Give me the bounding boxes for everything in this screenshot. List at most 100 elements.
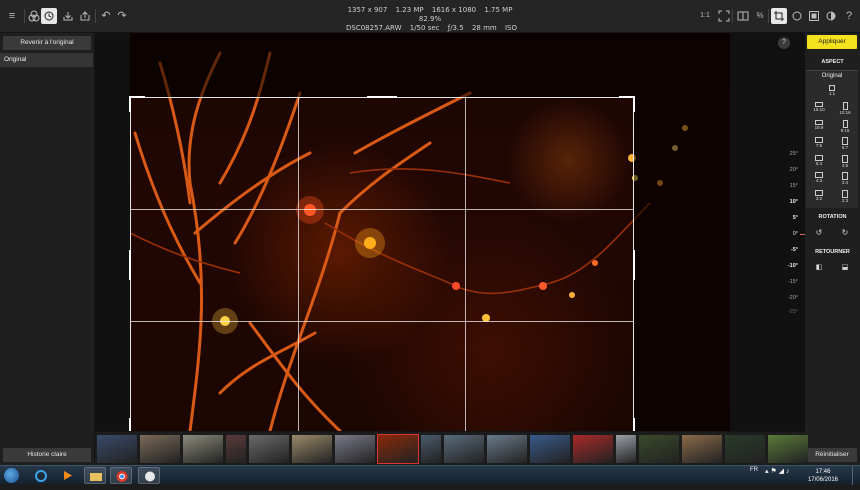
filmstrip-thumbnail[interactable] bbox=[183, 435, 223, 463]
image-canvas[interactable] bbox=[95, 33, 805, 434]
rotate-left-icon[interactable]: ↺ bbox=[809, 227, 829, 239]
filmstrip-thumbnail[interactable] bbox=[226, 435, 246, 463]
filmstrip-thumbnail[interactable] bbox=[639, 435, 679, 463]
flip-horizontal-icon[interactable]: ◧ bbox=[809, 262, 829, 274]
aspect-ratio-icon bbox=[842, 189, 848, 198]
toolbar-divider bbox=[732, 9, 733, 23]
compare-icon[interactable] bbox=[735, 8, 751, 24]
filmstrip-thumbnail[interactable] bbox=[335, 435, 375, 463]
aspect-ratio-option[interactable]: 4:5 bbox=[833, 154, 857, 170]
history-icon[interactable] bbox=[41, 8, 57, 24]
aspect-ratio-label: 9:16 bbox=[840, 127, 850, 133]
chrome-taskbar-icon[interactable] bbox=[110, 467, 132, 484]
aspect-ratio-option[interactable]: 2:3 bbox=[833, 189, 857, 205]
history-item-original[interactable]: Original bbox=[0, 53, 93, 67]
rotate-right-icon[interactable]: ↻ bbox=[835, 227, 855, 239]
share-icon[interactable] bbox=[77, 8, 93, 24]
aspect-ratio-label: 4:3 bbox=[815, 178, 823, 183]
help-icon[interactable]: ? bbox=[841, 8, 857, 24]
system-tray-icons[interactable]: ▴ ⚑ ◢ ♪ bbox=[765, 467, 790, 475]
aspect-ratio-option[interactable]: 3:2 bbox=[807, 189, 831, 205]
aspect-ratio-label: 16:10 bbox=[813, 107, 825, 112]
aspect-ratio-option[interactable]: 10:16 bbox=[833, 101, 857, 117]
filmstrip-thumbnail[interactable] bbox=[487, 435, 527, 463]
crop-handle-top-right[interactable] bbox=[619, 96, 635, 112]
rotation-heading: ROTATION bbox=[818, 214, 847, 220]
crop-handle-top[interactable] bbox=[367, 96, 397, 98]
filmstrip-thumbnail[interactable] bbox=[140, 435, 180, 463]
grid-line bbox=[298, 98, 299, 432]
photo-app-taskbar-icon[interactable] bbox=[138, 467, 160, 484]
aspect-ratio-option[interactable]: 5:7 bbox=[833, 136, 857, 152]
crop-frame[interactable] bbox=[129, 96, 635, 434]
toolbar-divider bbox=[24, 9, 25, 23]
clear-history-button[interactable]: Historie claire bbox=[3, 448, 91, 462]
filmstrip-thumbnail[interactable] bbox=[97, 435, 137, 463]
aspect-ratio-option[interactable]: 16:9 bbox=[807, 119, 831, 135]
aspect-ratio-icon bbox=[842, 119, 848, 128]
rotation-scale[interactable]: 25° 20° 15° 10° 5° 0° -5° -10° -15° -20°… bbox=[766, 147, 806, 317]
filmstrip-thumbnail[interactable] bbox=[249, 435, 289, 463]
zoom-1-1-button[interactable]: 1:1 bbox=[698, 8, 712, 24]
aspect-ratio-box: Original 1:1 16:10 10:16 16:9 9:16 7:5 5:7 5:4 4… bbox=[806, 70, 858, 208]
crop-handle-top-left[interactable] bbox=[129, 96, 145, 112]
media-player-taskbar-icon[interactable] bbox=[56, 467, 78, 484]
aspect-ratio-label: 7:5 bbox=[815, 143, 823, 148]
crop-panel: ? Appliquer ASPECT Original 1:1 16:10 10:1… bbox=[778, 33, 860, 465]
redo-icon[interactable]: ↷ bbox=[114, 8, 130, 24]
vignette-icon[interactable] bbox=[789, 8, 805, 24]
system-clock[interactable]: 17:46 17/06/2016 bbox=[808, 468, 838, 484]
filmstrip-thumbnail[interactable] bbox=[725, 435, 765, 463]
revert-to-original-button[interactable]: Revenir à l'original bbox=[3, 36, 91, 50]
ie-taskbar-icon[interactable] bbox=[30, 467, 52, 484]
export-icon[interactable] bbox=[60, 8, 76, 24]
panel-help-button[interactable]: ? bbox=[778, 37, 790, 49]
crop-handle-right[interactable] bbox=[633, 250, 635, 280]
filmstrip-thumbnail[interactable] bbox=[682, 435, 722, 463]
watermark-icon[interactable] bbox=[823, 8, 839, 24]
crop-icon[interactable] bbox=[771, 8, 787, 24]
aspect-ratio-option[interactable]: 1:1 bbox=[820, 84, 844, 100]
original-dimensions: 1616 x 1080 bbox=[431, 6, 477, 14]
original-megapixels: 1.75 MP bbox=[484, 6, 513, 14]
apply-button[interactable]: Appliquer bbox=[807, 35, 857, 49]
filmstrip-thumbnail[interactable] bbox=[444, 435, 484, 463]
show-desktop-button[interactable] bbox=[852, 466, 860, 485]
filmstrip-thumbnail[interactable] bbox=[530, 435, 570, 463]
aspect-original-button[interactable]: Original bbox=[806, 73, 858, 79]
aspect-ratio-label: 2:3 bbox=[841, 197, 849, 203]
reset-button[interactable]: Réinitialiser bbox=[807, 448, 857, 462]
aspect-ratio-option[interactable]: 3:4 bbox=[833, 171, 857, 187]
adjust-icon[interactable] bbox=[26, 8, 42, 24]
start-button[interactable] bbox=[4, 468, 19, 483]
fullscreen-icon[interactable] bbox=[716, 8, 732, 24]
rotation-tick-current: 0° bbox=[768, 231, 806, 237]
aspect-heading: ASPECT bbox=[821, 59, 844, 65]
crop-outside-top bbox=[130, 33, 730, 97]
aspect-ratio-option[interactable]: 9:16 bbox=[833, 119, 857, 135]
aperture: ƒ/3.5 bbox=[447, 24, 464, 32]
aspect-ratio-option[interactable]: 16:10 bbox=[807, 101, 831, 117]
filmstrip-thumbnail[interactable] bbox=[377, 434, 419, 464]
filmstrip-thumbnail[interactable] bbox=[768, 435, 808, 463]
filmstrip-thumbnail[interactable] bbox=[573, 435, 613, 463]
language-indicator[interactable]: FR bbox=[750, 467, 758, 473]
aspect-ratio-option[interactable]: 5:4 bbox=[807, 154, 831, 170]
aspect-ratio-option[interactable]: 7:5 bbox=[807, 136, 831, 152]
flip-vertical-icon[interactable]: ⬓ bbox=[835, 262, 855, 274]
filmstrip-thumbnail[interactable] bbox=[421, 435, 441, 463]
undo-icon[interactable]: ↶ bbox=[98, 8, 114, 24]
flip-heading: RETOURNER bbox=[815, 249, 850, 255]
menu-icon[interactable]: ≡ bbox=[4, 8, 20, 24]
rotation-tick: 20° bbox=[789, 167, 798, 173]
crop-handle-left[interactable] bbox=[129, 250, 131, 280]
frame-icon[interactable] bbox=[806, 8, 822, 24]
aspect-ratio-option[interactable]: 4:3 bbox=[807, 171, 831, 187]
percent-icon[interactable]: % bbox=[752, 8, 768, 24]
history-panel: Revenir à l'original Original Historie c… bbox=[0, 33, 95, 465]
filmstrip-thumbnail[interactable] bbox=[292, 435, 332, 463]
clock-date: 17/06/2016 bbox=[807, 477, 838, 483]
rotation-tick: 25° bbox=[789, 151, 798, 157]
explorer-taskbar-icon[interactable] bbox=[84, 467, 106, 484]
filmstrip-thumbnail[interactable] bbox=[616, 435, 636, 463]
